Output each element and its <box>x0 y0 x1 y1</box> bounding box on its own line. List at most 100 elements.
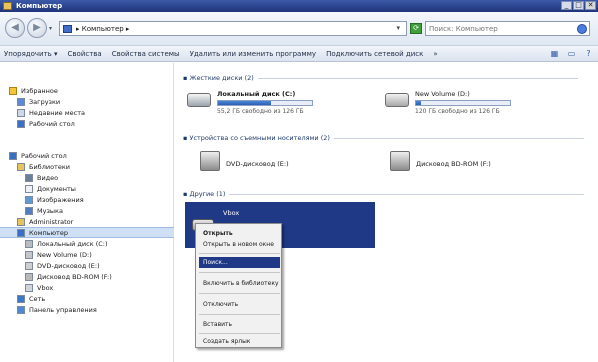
network-icon <box>17 294 25 303</box>
view-controls: ▦ ▭ ? <box>549 48 594 59</box>
dvd-icon <box>25 261 33 270</box>
sidebar-item-label: Рабочий стол <box>29 119 75 128</box>
sidebar-item-label: Сеть <box>29 294 46 303</box>
group-header-hard-drives[interactable]: ▪ Жесткие диски (2) <box>183 74 578 82</box>
sidebar-item-documents[interactable]: Документы <box>0 183 174 194</box>
preview-pane-icon[interactable]: ▭ <box>566 48 577 59</box>
bd-rom-icon <box>390 151 410 171</box>
group-divider <box>333 137 584 139</box>
sidebar-item-bd-rom-f[interactable]: Дисковод BD-ROM (F:) <box>0 271 174 282</box>
menu-separator <box>199 314 280 315</box>
video-icon <box>25 173 33 182</box>
context-create-shortcut[interactable]: Создать ярлык <box>199 336 280 347</box>
uninstall-program-button[interactable]: Удалить или изменить программу <box>190 50 316 58</box>
desktop-icon <box>17 119 25 128</box>
drive-name: Локальный диск (C:) <box>217 90 296 98</box>
group-divider <box>229 193 585 195</box>
recent-pages-dropdown[interactable]: ▾ <box>49 25 52 32</box>
sidebar-item-control-panel[interactable]: Панель управления <box>0 304 174 315</box>
sidebar-item-label: New Volume (D:) <box>37 250 92 259</box>
sidebar-item-computer[interactable]: Компьютер <box>0 227 174 238</box>
downloads-icon <box>17 97 25 106</box>
refresh-button[interactable]: ⟳ <box>410 23 422 34</box>
context-menu: Открыть Открыть в новом окне Поиск... Вк… <box>195 223 282 348</box>
group-label: Жесткие диски (2) <box>189 74 254 82</box>
drive-c[interactable]: Локальный диск (C:) 55,2 ГБ свободно из … <box>187 90 313 115</box>
group-header-removable[interactable]: ▪ Устройства со съемными носителями (2) <box>183 134 584 142</box>
context-disconnect[interactable]: Отключить <box>199 299 280 310</box>
context-open-new-window[interactable]: Открыть в новом окне <box>199 239 280 250</box>
sidebar-item-label: Библиотеки <box>29 162 70 171</box>
map-network-drive-button[interactable]: Подключить сетевой диск <box>326 50 423 58</box>
sidebar-item-new-volume-d[interactable]: New Volume (D:) <box>0 249 174 260</box>
search-box[interactable] <box>425 21 590 36</box>
drive-bd-rom-f[interactable]: Дисковод BD-ROM (F:) <box>390 151 491 171</box>
properties-button[interactable]: Свойства <box>68 50 102 58</box>
sidebar-item-desktop-root[interactable]: Рабочий стол <box>0 150 174 161</box>
star-icon <box>9 86 17 95</box>
drive-d[interactable]: New Volume (D:) 120 ГБ свободно из 126 Г… <box>385 90 511 115</box>
sidebar-item-video[interactable]: Видео <box>0 172 174 183</box>
context-open[interactable]: Открыть <box>199 228 280 239</box>
address-row: ◀ ▶ ▾ ▸ Компьютер ▸ ▾ ⟳ <box>0 12 598 45</box>
menu-separator <box>199 293 280 294</box>
sidebar-item-music[interactable]: Музыка <box>0 205 174 216</box>
sidebar-item-label: Дисковод BD-ROM (F:) <box>37 272 112 281</box>
desktop-icon <box>9 151 17 160</box>
sidebar-item-vbox[interactable]: Vbox <box>0 282 174 293</box>
address-dropdown-arrow[interactable]: ▾ <box>396 24 400 32</box>
capacity-bar <box>415 100 511 106</box>
sidebar-item-label: DVD-дисковод (E:) <box>37 261 100 270</box>
sidebar-item-favorites[interactable]: Избранное <box>0 85 174 96</box>
drive-dvd-e[interactable]: DVD-дисковод (E:) <box>200 151 289 171</box>
close-button[interactable]: ✕ <box>585 1 596 10</box>
pictures-icon <box>25 195 33 204</box>
maximize-button[interactable]: □ <box>573 1 584 10</box>
sidebar-item-administrator[interactable]: Administrator <box>0 216 174 227</box>
sidebar-item-recent-places[interactable]: Недавние места <box>0 107 174 118</box>
capacity-fill <box>218 101 271 105</box>
search-input[interactable] <box>429 24 574 33</box>
view-options-icon[interactable]: ▦ <box>549 48 560 59</box>
drive-name: DVD-дисковод (E:) <box>226 160 289 168</box>
sidebar-item-desktop[interactable]: Рабочий стол <box>0 118 174 129</box>
free-space: 55,2 ГБ свободно из 126 ГБ <box>217 108 304 115</box>
context-include-in-library[interactable]: Включить в библиотеку <box>199 278 280 289</box>
sidebar-item-label: Компьютер <box>29 228 68 237</box>
sidebar-item-label: Локальный диск (C:) <box>37 239 108 248</box>
group-header-other[interactable]: ▪ Другие (1) <box>183 190 585 198</box>
menu-separator <box>199 272 280 273</box>
context-search[interactable]: Поиск... <box>199 257 280 268</box>
context-paste[interactable]: Вставить <box>199 319 280 330</box>
search-icon[interactable] <box>577 24 587 34</box>
breadcrumb[interactable]: ▸ Компьютер ▸ <box>76 25 129 33</box>
sidebar-item-label: Administrator <box>29 217 74 226</box>
back-button[interactable]: ◀ <box>5 18 25 38</box>
disk-icon <box>385 93 409 107</box>
sidebar-item-dvd-e[interactable]: DVD-дисковод (E:) <box>0 260 174 271</box>
sidebar-item-label: Рабочий стол <box>21 151 67 160</box>
drive-name: Дисковод BD-ROM (F:) <box>416 160 491 168</box>
window-title: Компьютер <box>16 2 63 10</box>
menu-separator <box>199 333 280 334</box>
menu-separator <box>199 253 280 254</box>
minimize-button[interactable]: _ <box>561 1 572 10</box>
disk-icon <box>25 250 33 259</box>
sidebar-item-downloads[interactable]: Загрузки <box>0 96 174 107</box>
address-bar[interactable]: ▸ Компьютер ▸ ▾ <box>59 21 407 36</box>
music-icon <box>25 206 33 215</box>
sidebar-item-network[interactable]: Сеть <box>0 293 174 304</box>
control-panel-icon <box>17 305 25 314</box>
network-drive-icon <box>25 283 33 292</box>
group-label: Устройства со съемными носителями (2) <box>189 134 330 142</box>
more-commands-button[interactable]: » <box>433 50 437 58</box>
help-icon[interactable]: ? <box>583 48 594 59</box>
sidebar-item-libraries[interactable]: Библиотеки <box>0 161 174 172</box>
forward-button[interactable]: ▶ <box>27 18 47 38</box>
system-properties-button[interactable]: Свойства системы <box>112 50 180 58</box>
sidebar-item-local-disk-c[interactable]: Локальный диск (C:) <box>0 238 174 249</box>
sidebar-item-label: Панель управления <box>29 305 97 314</box>
organize-button[interactable]: Упорядочить ▾ <box>4 50 58 58</box>
sidebar-item-label: Документы <box>37 184 76 193</box>
sidebar-item-pictures[interactable]: Изображения <box>0 194 174 205</box>
